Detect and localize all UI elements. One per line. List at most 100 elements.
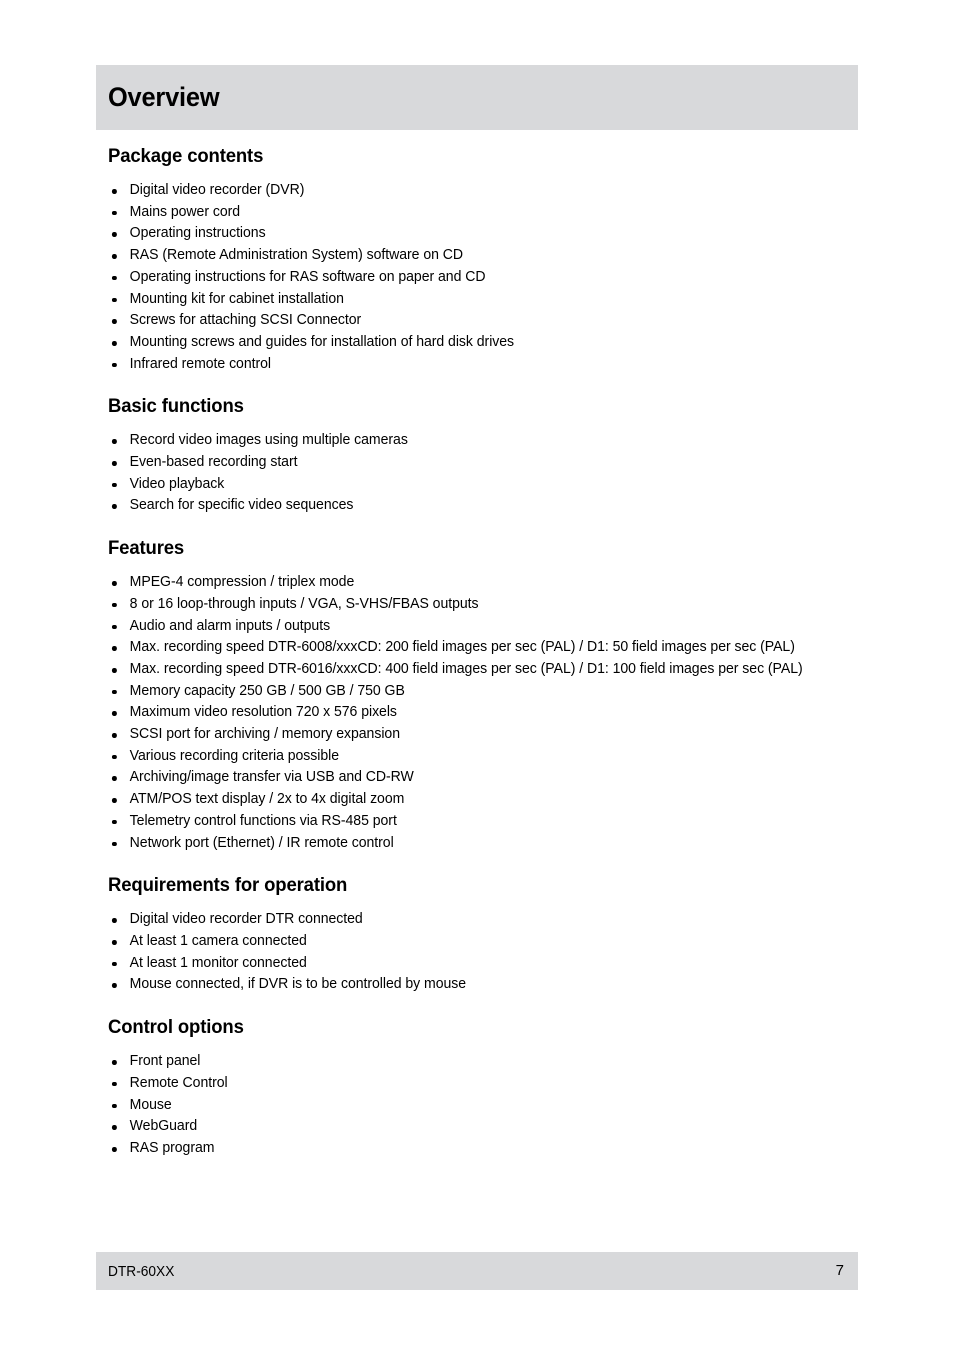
list-item-label: Archiving/image transfer via USB and CD-… [129,769,414,786]
list-item-label: WebGuard [129,1118,198,1135]
list-item: Archiving/image transfer via USB and CD-… [108,767,876,789]
bullet-icon [111,581,117,586]
list-item: Record video images using multiple camer… [108,430,876,452]
list-item: Digital video recorder DTR connected [108,909,876,931]
list-item-label: Digital video recorder DTR connected [129,911,363,928]
bullet-icon [111,319,117,324]
list-item-label: Mains power cord [129,203,241,220]
bullet-icon [111,1103,117,1109]
bullet-icon [111,602,117,608]
list-item: At least 1 camera connected [108,931,876,953]
list-item: Remote Control [108,1073,876,1095]
bullet-icon [111,918,117,923]
list-item: Mounting screws and guides for installat… [108,332,876,354]
list-item: Screws for attaching SCSI Connector [108,310,876,332]
list-item-label: Memory capacity 250 GB / 500 GB / 750 GB [129,682,405,699]
list-item-label: At least 1 camera connected [129,932,307,949]
list-item-label: Telemetry control functions via RS-485 p… [129,812,397,829]
list-item: Mouse connected, if DVR is to be control… [108,974,876,996]
list-item: Digital video recorder (DVR) [108,180,876,202]
bullet-icon [111,711,117,716]
page-header-band: Overview [96,65,858,130]
list-item-label: Infrared remote control [129,355,272,372]
list-item: Telemetry control functions via RS-485 p… [108,811,876,833]
bullet-icon [111,297,117,303]
list-item-label: Mounting screws and guides for installat… [129,333,515,350]
bullet-list: Digital video recorder (DVR) Mains power … [108,180,888,375]
section-heading: Features [108,537,185,560]
list-item: At least 1 monitor connected [108,953,876,975]
document-section: Basic functions Record video images using… [108,394,888,517]
bullet-icon [111,210,117,216]
list-item-label: 8 or 16 loop-through inputs / VGA, S-VHS… [129,595,479,612]
document-page: Overview Package contents Digital video r… [0,0,954,1354]
bullet-icon [111,362,117,368]
document-section: Features MPEG-4 compression / triplex mod… [108,536,888,854]
bullet-icon [111,646,117,651]
bullet-icon [111,254,117,259]
list-item: Operating instructions for RAS software … [108,267,876,289]
bullet-icon [111,439,117,444]
bullet-icon [111,689,117,695]
list-item-label: MPEG-4 compression / triplex mode [129,574,355,591]
list-item: Mounting kit for cabinet installation [108,289,876,311]
bullet-icon [111,733,117,738]
bullet-icon [111,232,117,237]
list-item: RAS (Remote Administration System) softw… [108,245,876,267]
list-item: 8 or 16 loop-through inputs / VGA, S-VHS… [108,594,876,616]
document-section: Package contents Digital video recorder (… [108,144,888,375]
footer-page-number: 7 [835,1262,844,1279]
page-title: Overview [108,82,220,112]
bullet-list: Record video images using multiple camer… [108,430,888,517]
list-item-label: ATM/POS text display / 2x to 4x digital … [129,791,405,808]
list-item: Mains power cord [108,202,876,224]
document-section: Control options Front panel Remote Control… [108,1015,888,1160]
list-item: ATM/POS text display / 2x to 4x digital … [108,789,876,811]
list-item: Video playback [108,474,876,496]
list-item: Maximum video resolution 720 x 576 pixel… [108,702,876,724]
bullet-icon [111,961,117,967]
section-heading: Package contents [108,145,264,167]
list-item-label: Remote Control [129,1074,228,1091]
footer-model-label: DTR-60XX [108,1264,175,1280]
list-item: Audio and alarm inputs / outputs [108,616,876,638]
bullet-icon [111,776,117,782]
list-item-label: Various recording criteria possible [129,747,340,764]
bullet-icon [111,667,117,673]
list-item-label: RAS (Remote Administration System) softw… [129,247,464,264]
bullet-icon [111,939,117,945]
list-item-label: Operating instructions [129,225,266,242]
bullet-icon [111,624,117,630]
bullet-icon [111,819,117,825]
bullet-list: Front panel Remote Control Mouse WebGuard RA… [108,1051,888,1160]
bullet-icon [111,798,117,803]
document-content: Package contents Digital video recorder (… [108,144,888,1160]
list-item-label: Search for specific video sequences [129,497,354,514]
list-item: WebGuard [108,1116,876,1138]
list-item-label: Maximum video resolution 720 x 576 pixel… [129,704,397,721]
list-item-label: Screws for attaching SCSI Connector [129,312,362,329]
bullet-icon [111,461,117,466]
list-item-label: Front panel [129,1053,201,1070]
document-section: Requirements for operation Digital video … [108,873,888,996]
list-item-label: Network port (Ethernet) / IR remote cont… [129,834,394,851]
section-heading: Control options [108,1016,244,1039]
list-item-label: SCSI port for archiving / memory expansi… [129,726,400,743]
list-item-label: Mounting kit for cabinet installation [129,290,344,307]
bullet-icon [111,1060,117,1065]
bullet-list: Digital video recorder DTR connected At l… [108,909,888,996]
list-item-label: Mouse connected, if DVR is to be control… [129,976,467,993]
bullet-icon [111,340,117,346]
list-item-label: Max. recording speed DTR-6016/xxxCD: 400… [129,660,803,677]
bullet-icon [111,275,117,281]
list-item: MPEG-4 compression / triplex mode [108,572,876,594]
list-item-label: At least 1 monitor connected [129,954,307,971]
list-item-label: Record video images using multiple camer… [129,432,408,449]
list-item: RAS program [108,1138,876,1160]
list-item-label: Digital video recorder (DVR) [129,182,305,198]
list-item-label: RAS program [129,1139,215,1156]
list-item-label: Operating instructions for RAS software … [129,268,486,285]
list-item-label: Video playback [129,475,225,492]
list-item: Mouse [108,1095,876,1117]
list-item-label: Max. recording speed DTR-6008/xxxCD: 200… [129,639,795,656]
